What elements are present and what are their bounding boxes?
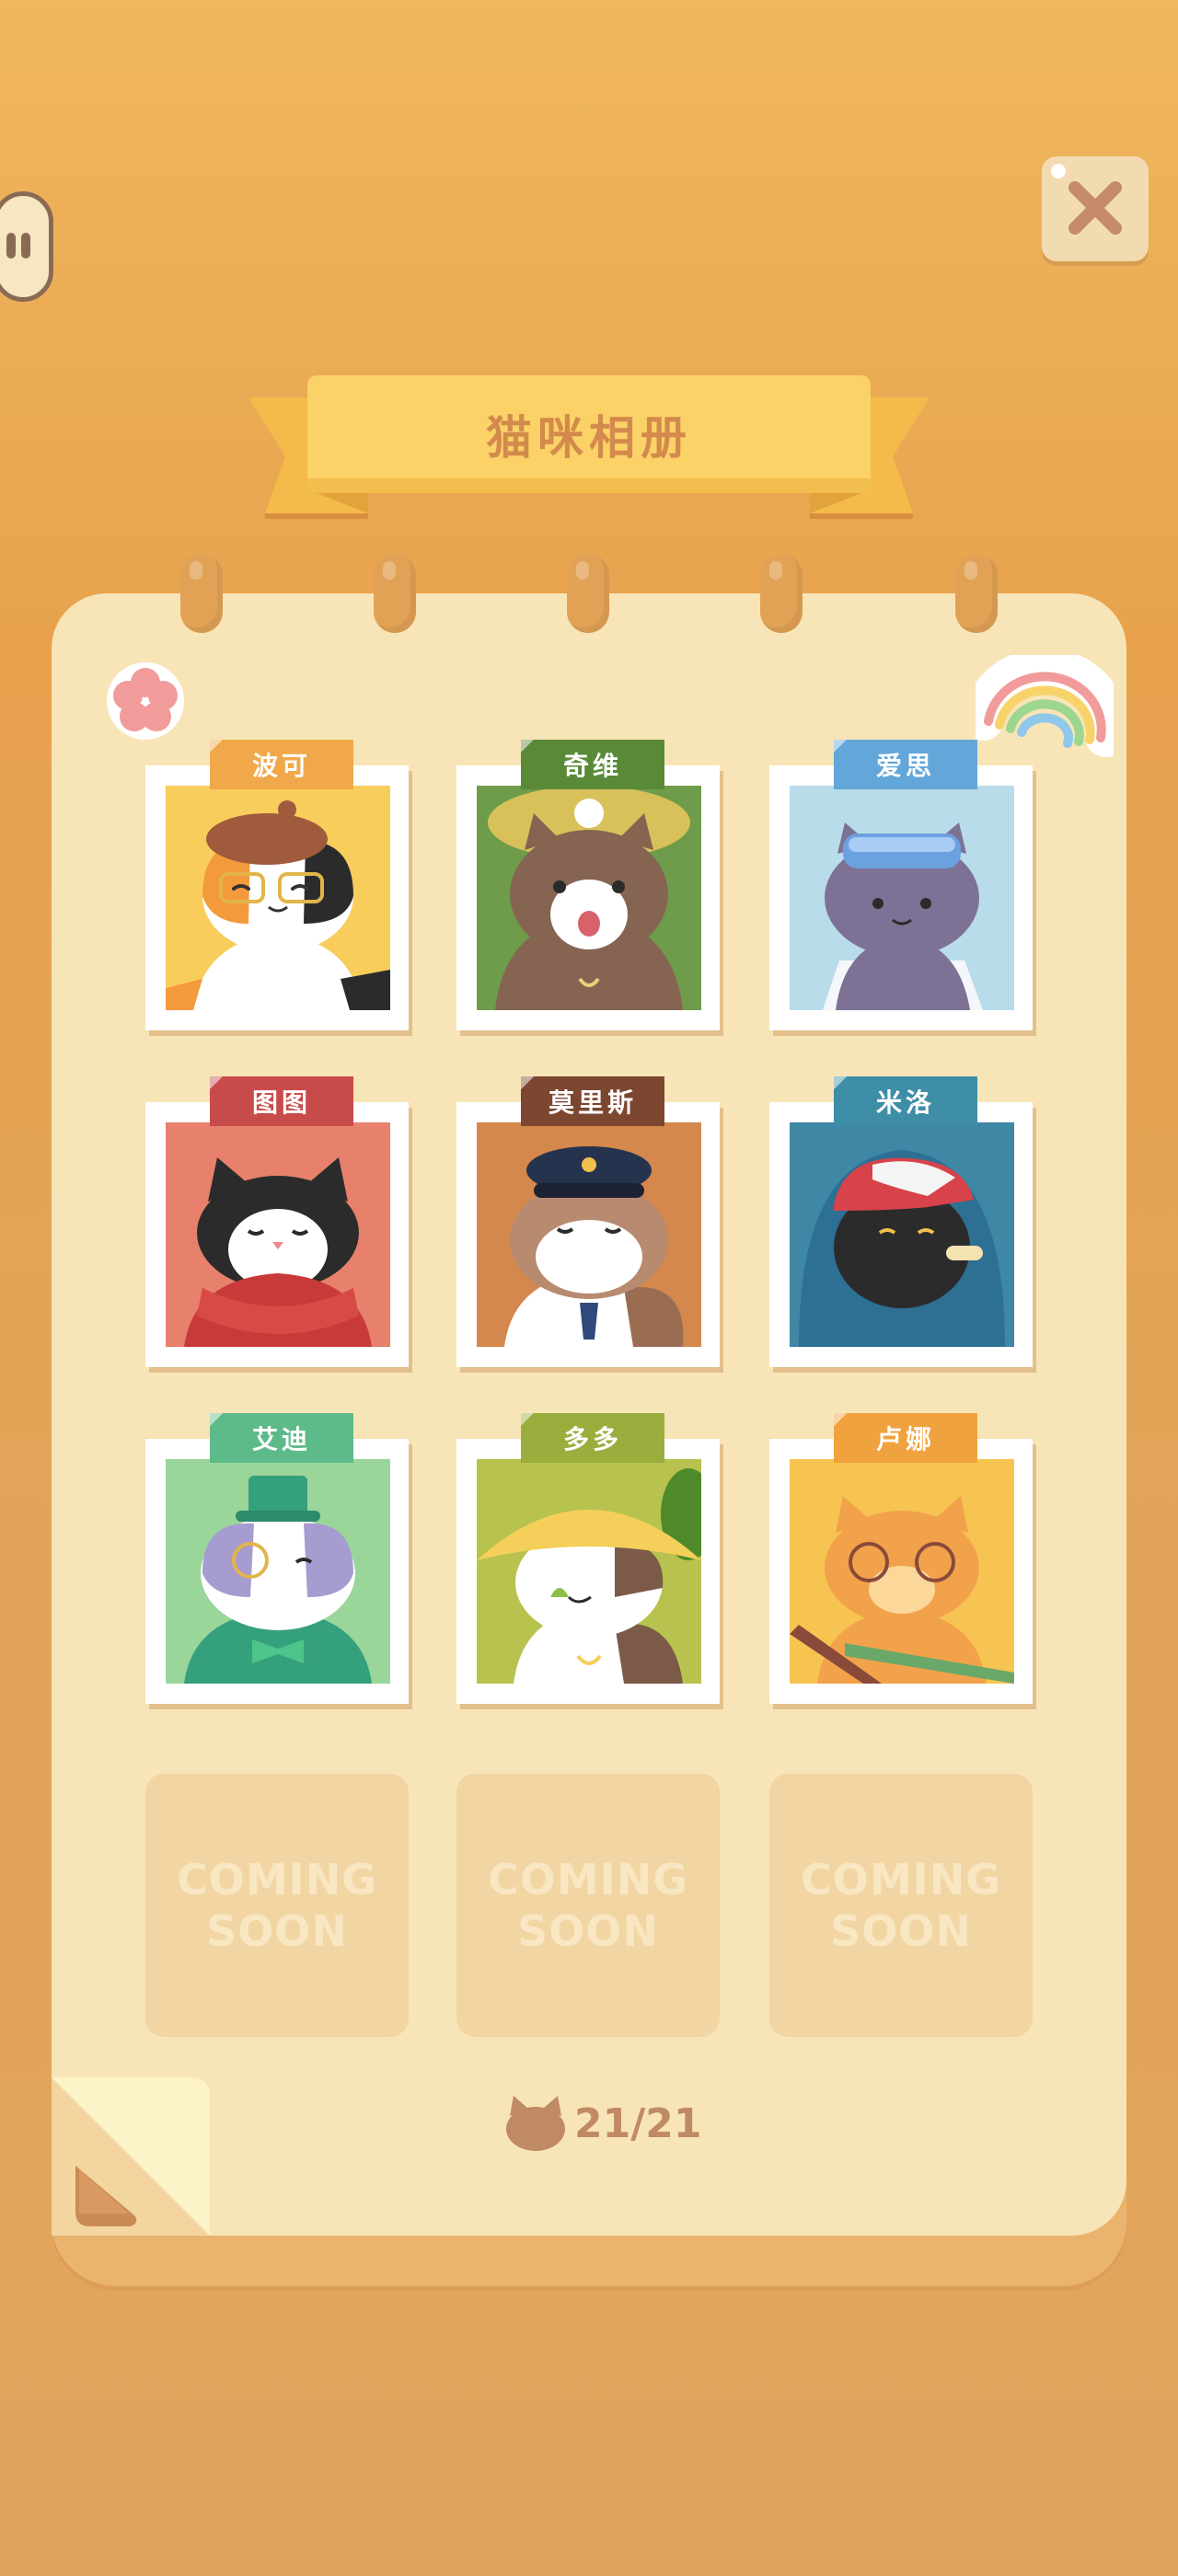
coming-soon-line2: SOON (517, 1906, 659, 1956)
cat-portrait (790, 1122, 1014, 1347)
cat-name-tag: 莫里斯 (521, 1076, 664, 1126)
cat-portrait (166, 1122, 390, 1347)
coming-soon-line2: SOON (830, 1906, 972, 1956)
collection-count: 21/21 (574, 2099, 702, 2147)
cat-card-morris[interactable]: 莫里斯 (456, 1076, 720, 1367)
close-button[interactable] (1042, 156, 1149, 261)
cat-name-tag: 卢娜 (834, 1413, 977, 1463)
page-title: 猫咪相册 (486, 411, 692, 465)
cat-name-tag: 米洛 (834, 1076, 977, 1126)
pause-button[interactable] (0, 191, 53, 302)
cat-name-tag: 图图 (210, 1076, 353, 1126)
cat-name-tag: 爱思 (834, 740, 977, 789)
collection-counter: 21/21 (504, 2094, 702, 2153)
cat-portrait (166, 1459, 390, 1684)
cat-portrait (790, 786, 1014, 1010)
rainbow-sticker (976, 655, 1114, 757)
cat-name-tag: 艾迪 (210, 1413, 353, 1463)
cat-name-tag: 波可 (210, 740, 353, 789)
binder-ring (180, 554, 223, 633)
cat-portrait (477, 786, 701, 1010)
locked-slot: COMING SOON (769, 1774, 1033, 2037)
binder-ring (374, 554, 416, 633)
cat-portrait (790, 1459, 1014, 1684)
page-turn-corner[interactable] (52, 2077, 210, 2236)
cat-portrait (477, 1459, 701, 1684)
coming-soon-line1: COMING (487, 1855, 688, 1904)
binder-ring (955, 554, 998, 633)
cat-card-aidi[interactable]: 艾迪 (145, 1413, 409, 1704)
cat-name-tag: 奇维 (521, 740, 664, 789)
locked-slot: COMING SOON (456, 1774, 720, 2037)
cat-card-aisi[interactable]: 爱思 (769, 740, 1033, 1030)
coming-soon-line1: COMING (176, 1855, 377, 1904)
cat-card-qiwei[interactable]: 奇维 (456, 740, 720, 1030)
cat-card-milo[interactable]: 米洛 (769, 1076, 1033, 1367)
cat-head-icon (506, 2096, 565, 2151)
cat-card-boke[interactable]: 波可 (145, 740, 409, 1030)
title-ribbon: 猫咪相册 (248, 375, 930, 519)
binder-ring (760, 554, 803, 633)
cat-name-tag: 多多 (521, 1413, 664, 1463)
binder-ring (567, 554, 609, 633)
coming-soon-line2: SOON (206, 1906, 348, 1956)
pause-icon (6, 233, 34, 270)
cat-portrait (477, 1122, 701, 1347)
cat-card-luna[interactable]: 卢娜 (769, 1413, 1033, 1704)
locked-slot: COMING SOON (145, 1774, 409, 2037)
cat-card-duoduo[interactable]: 多多 (456, 1413, 720, 1704)
close-icon (1068, 181, 1122, 235)
coming-soon-line1: COMING (800, 1855, 1001, 1904)
flower-sticker (107, 662, 184, 740)
cat-card-tutu[interactable]: 图图 (145, 1076, 409, 1367)
cat-portrait (166, 786, 390, 1010)
